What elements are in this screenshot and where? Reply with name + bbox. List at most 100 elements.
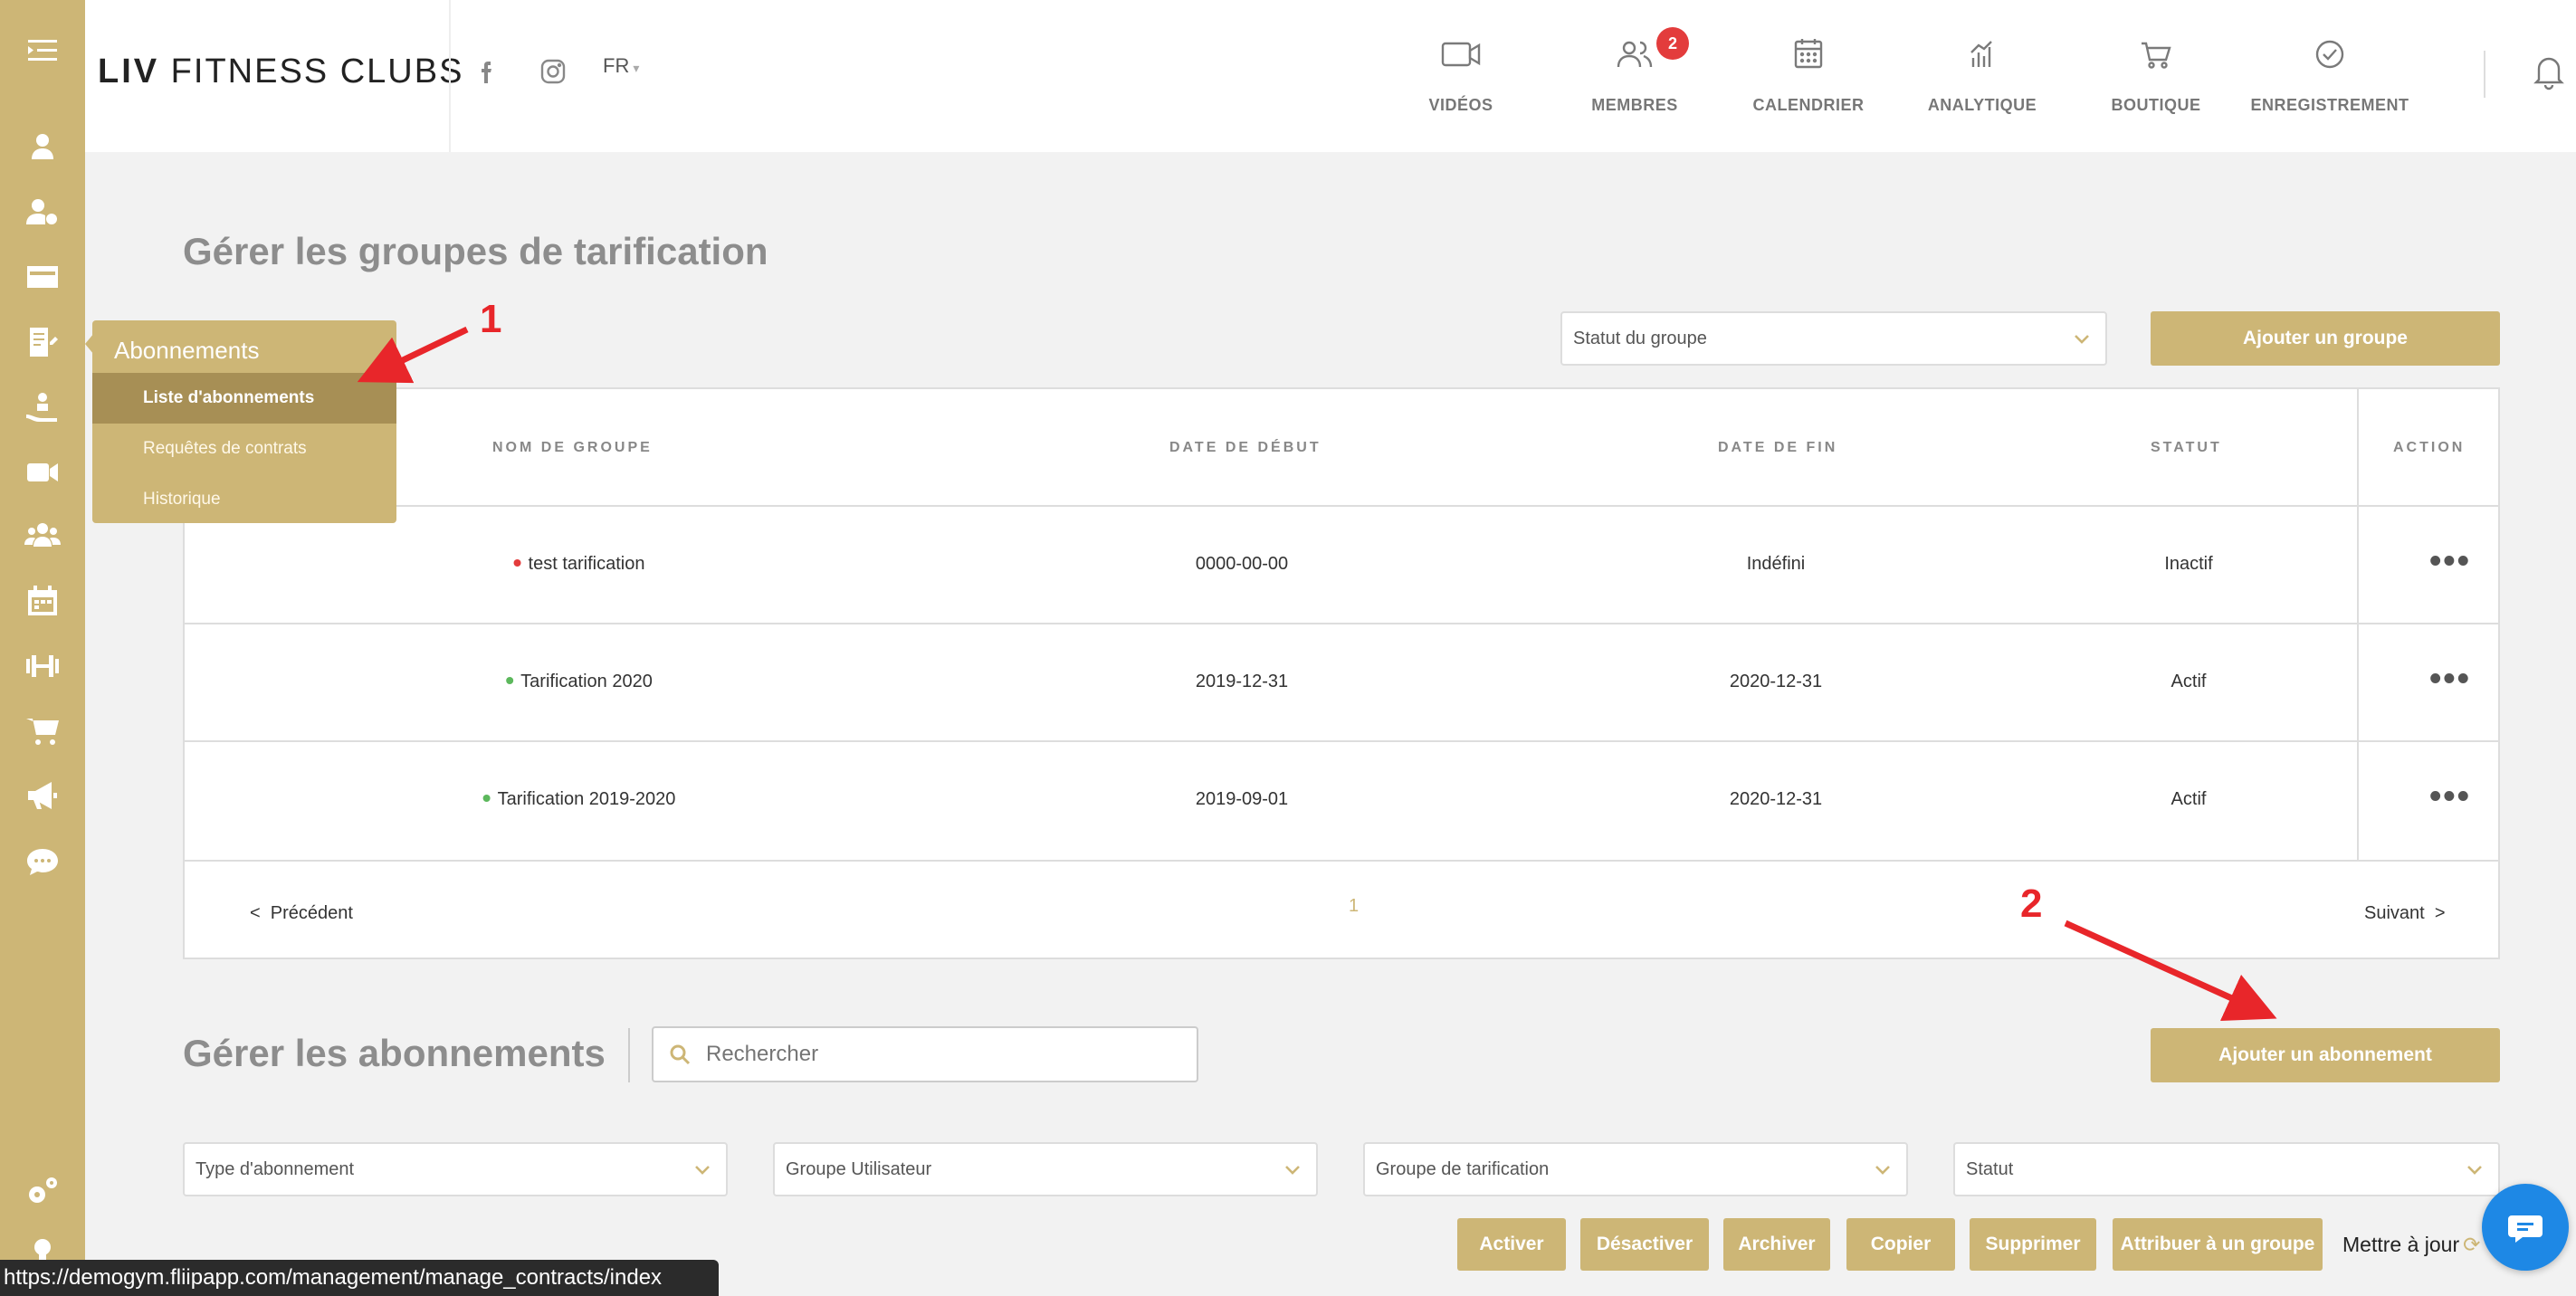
refresh-icon: ⟳ xyxy=(2463,1233,2481,1256)
menu-collapse-icon[interactable] xyxy=(0,24,85,78)
video-rail-icon[interactable] xyxy=(0,445,85,500)
column-header-end[interactable]: DATE DE FIN xyxy=(1718,440,1837,456)
chevron-down-icon: ▾ xyxy=(633,61,640,75)
header-divider xyxy=(449,0,451,152)
subscription-type-select[interactable]: Type d'abonnement xyxy=(183,1142,728,1196)
credit-card-icon[interactable] xyxy=(0,250,85,304)
annotation-number-1: 1 xyxy=(480,297,502,341)
nav-checkin[interactable]: ENREGISTREMENT xyxy=(2239,36,2420,127)
add-subscription-button[interactable]: Ajouter un abonnement xyxy=(2151,1028,2500,1082)
dumbbell-icon[interactable] xyxy=(0,639,85,693)
user-icon[interactable] xyxy=(0,119,85,174)
chevron-down-icon xyxy=(2073,329,2091,348)
column-header-name[interactable]: NOM DE GROUPE xyxy=(492,440,653,456)
notification-bell-icon[interactable] xyxy=(2529,51,2569,91)
group-name: test tarification xyxy=(528,554,645,574)
end-date: Indéfini xyxy=(1746,554,1806,574)
facebook-icon[interactable] xyxy=(472,56,503,87)
start-date: 2019-09-01 xyxy=(1195,789,1289,809)
column-header-status[interactable]: STATUT xyxy=(2151,440,2222,456)
search-box[interactable] xyxy=(652,1026,1198,1082)
next-page-link[interactable]: Suivant > xyxy=(2364,903,2446,924)
nav-videos[interactable]: VIDÉOS xyxy=(1370,36,1551,127)
instagram-icon[interactable] xyxy=(538,56,568,87)
deactivate-button[interactable]: Désactiver xyxy=(1580,1218,1709,1271)
page-number[interactable]: 1 xyxy=(1349,896,1359,917)
chat-bubble-icon xyxy=(2508,1215,2543,1243)
activate-button[interactable]: Activer xyxy=(1457,1218,1566,1271)
group-name: Tarification 2019-2020 xyxy=(497,789,676,809)
archive-button[interactable]: Archiver xyxy=(1723,1218,1830,1271)
browser-status-url: https://demogym.fliipapp.com/management/… xyxy=(0,1260,719,1296)
menu-item-contract-requests[interactable]: Requêtes de contrats xyxy=(92,424,396,474)
status-text: Inactif xyxy=(2164,554,2213,574)
video-icon xyxy=(1441,42,1481,67)
delete-button[interactable]: Supprimer xyxy=(1970,1218,2096,1271)
copy-button[interactable]: Copier xyxy=(1846,1218,1955,1271)
calendar-icon xyxy=(1794,39,1823,69)
chat-rail-icon[interactable] xyxy=(0,834,85,889)
table-row[interactable]: test tarification 0000-00-00 Indéfini In… xyxy=(185,505,2498,623)
subscriptions-flyout-menu: Abonnements Liste d'abonnements Requêtes… xyxy=(92,320,396,523)
status-select[interactable]: Statut xyxy=(1953,1142,2500,1196)
subscriptions-title: Gérer les abonnements xyxy=(183,1032,606,1074)
chat-widget-button[interactable] xyxy=(2482,1184,2569,1271)
chevron-down-icon xyxy=(2466,1160,2484,1178)
group-status-select[interactable]: Statut du groupe xyxy=(1560,311,2107,366)
end-date: 2020-12-31 xyxy=(1729,672,1823,691)
header-divider-right xyxy=(2484,51,2485,98)
contracts-icon[interactable] xyxy=(0,315,85,369)
user-settings-icon[interactable] xyxy=(0,185,85,239)
status-dot xyxy=(513,558,521,567)
group-name: Tarification 2020 xyxy=(520,672,653,691)
shop-cart-icon[interactable] xyxy=(0,704,85,758)
check-circle-icon xyxy=(2315,40,2344,69)
end-date: 2020-12-31 xyxy=(1729,789,1823,809)
calendar-rail-icon[interactable] xyxy=(0,574,85,628)
top-header: LIV FITNESS CLUBS FR ▾ VIDÉOS MEMBRES CAL… xyxy=(85,0,2576,152)
chevron-down-icon xyxy=(1283,1160,1302,1178)
pricing-group-select[interactable]: Groupe de tarification xyxy=(1363,1142,1908,1196)
refresh-link[interactable]: Mettre à jour ⟳ xyxy=(2342,1233,2480,1257)
more-actions-icon[interactable]: ••• xyxy=(2429,544,2471,578)
settings-gears-icon[interactable] xyxy=(0,1164,85,1218)
annotation-number-2: 2 xyxy=(2020,881,2043,926)
search-icon xyxy=(670,1044,691,1065)
nav-calendar[interactable]: CALENDRIER xyxy=(1718,36,1899,127)
more-actions-icon[interactable]: ••• xyxy=(2429,662,2471,696)
table-row[interactable]: Tarification 2019-2020 2019-09-01 2020-1… xyxy=(185,740,2498,858)
pricing-groups-title: Gérer les groupes de tarification xyxy=(183,230,768,272)
hand-care-icon[interactable] xyxy=(0,380,85,434)
status-text: Actif xyxy=(2171,789,2207,809)
nav-analytics[interactable]: ANALYTIQUE xyxy=(1892,36,2073,127)
nav-members[interactable]: MEMBRES xyxy=(1544,36,1725,127)
column-header-action: ACTION xyxy=(2393,440,2466,455)
table-row[interactable]: Tarification 2020 2019-12-31 2020-12-31 … xyxy=(185,623,2498,740)
more-actions-icon[interactable]: ••• xyxy=(2429,779,2471,814)
status-dot xyxy=(482,794,491,802)
search-input[interactable] xyxy=(706,1042,1159,1067)
previous-page-link[interactable]: < Précédent xyxy=(250,903,353,924)
megaphone-icon[interactable] xyxy=(0,769,85,824)
sidebar-rail xyxy=(0,0,85,1296)
status-dot xyxy=(506,676,514,684)
add-group-button[interactable]: Ajouter un groupe xyxy=(2151,311,2500,366)
group-icon[interactable] xyxy=(0,509,85,563)
status-text: Actif xyxy=(2171,672,2207,691)
assign-to-group-button[interactable]: Attribuer à un groupe xyxy=(2113,1218,2323,1271)
language-selector[interactable]: FR ▾ xyxy=(603,54,639,78)
user-group-select[interactable]: Groupe Utilisateur xyxy=(773,1142,1318,1196)
cart-icon xyxy=(2142,42,2171,69)
analytics-icon xyxy=(1970,41,1992,67)
pagination: < Précédent 1 Suivant > xyxy=(185,860,2498,958)
start-date: 0000-00-00 xyxy=(1195,554,1289,574)
nav-shop[interactable]: BOUTIQUE xyxy=(2066,36,2247,127)
chevron-down-icon xyxy=(693,1160,711,1178)
menu-item-subscription-list[interactable]: Liste d'abonnements xyxy=(92,373,396,424)
column-header-start[interactable]: DATE DE DÉBUT xyxy=(1169,440,1321,456)
flyout-title: Abonnements xyxy=(114,337,260,364)
members-icon xyxy=(1617,41,1653,68)
brand-logo[interactable]: LIV FITNESS CLUBS xyxy=(98,52,463,91)
menu-item-history[interactable]: Historique xyxy=(92,474,396,525)
chevron-down-icon xyxy=(1874,1160,1892,1178)
